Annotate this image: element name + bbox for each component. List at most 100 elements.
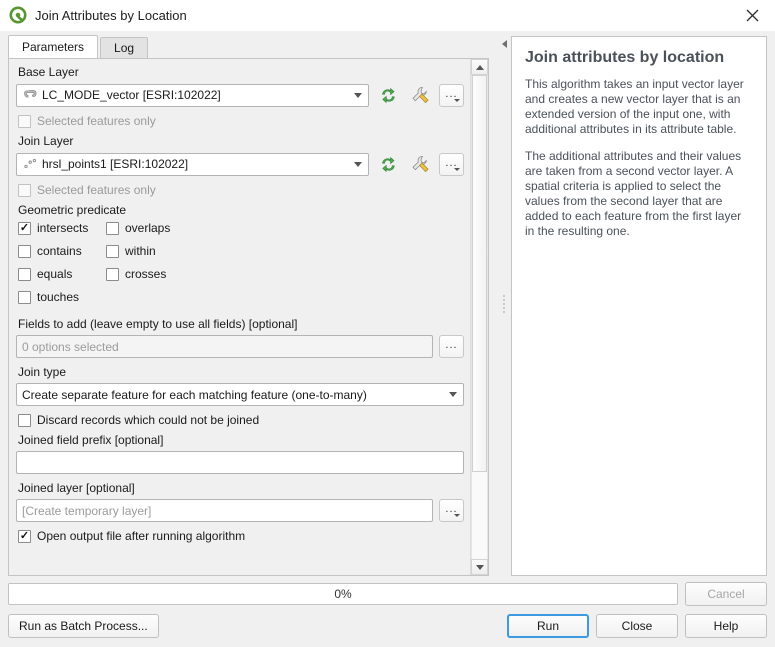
join-layer-selected-only-checkbox[interactable]	[18, 183, 31, 197]
run-as-batch-button[interactable]: Run as Batch Process...	[8, 614, 159, 638]
join-type-row: Create separate feature for each matchin…	[16, 383, 464, 406]
parameters-scrollbar[interactable]	[470, 59, 488, 575]
base-layer-selected-only-row[interactable]: Selected features only	[18, 114, 464, 128]
join-attributes-dialog: Join Attributes by Location Parameters L…	[0, 0, 775, 647]
predicate-contains-checkbox[interactable]	[18, 244, 31, 258]
predicate-touches-checkbox[interactable]	[18, 290, 31, 304]
base-layer-iterate-icon[interactable]	[375, 83, 401, 107]
predicate-contains[interactable]: contains	[18, 244, 104, 258]
cancel-button-label: Cancel	[707, 587, 745, 601]
help-pane: Join attributes by location This algorit…	[511, 31, 775, 576]
run-button-label: Run	[536, 619, 559, 633]
predicate-equals[interactable]: equals	[18, 267, 104, 281]
joined-layer-browse-label: ...	[445, 503, 458, 515]
help-paragraph-1: This algorithm takes an input vector lay…	[525, 77, 744, 136]
joined-field-prefix-input[interactable]	[16, 451, 464, 474]
predicate-overlaps[interactable]: overlaps	[106, 221, 464, 235]
scrollbar-track[interactable]	[471, 75, 488, 559]
fields-to-add-label: Fields to add (leave empty to use all fi…	[18, 317, 298, 331]
joined-layer-row: [Create temporary layer] ...	[16, 499, 464, 522]
chevron-down-icon	[348, 92, 368, 98]
dialog-footer: 0% Cancel Run as Batch Process... Run Cl…	[0, 576, 775, 647]
predicate-intersects[interactable]: ✓ intersects	[18, 221, 104, 235]
join-layer-value: hrsl_points1 [ESRI:102022]	[42, 157, 189, 171]
triangle-up-icon	[475, 64, 484, 70]
join-type-value: Create separate feature for each matchin…	[22, 387, 367, 402]
chevron-down-icon	[443, 392, 463, 397]
parameters-form: Base Layer LC_MODE_vector [ESRI:102022]	[9, 59, 470, 575]
join-layer-selected-only-row[interactable]: Selected features only	[18, 183, 464, 197]
predicate-equals-label: equals	[37, 267, 73, 281]
tab-parameters[interactable]: Parameters	[8, 35, 99, 58]
scrollbar-thumb[interactable]	[472, 75, 487, 472]
base-layer-value: LC_MODE_vector [ESRI:102022]	[42, 88, 221, 102]
run-button[interactable]: Run	[507, 614, 589, 638]
scroll-up-button[interactable]	[471, 59, 488, 75]
join-layer-browse-button[interactable]: ...	[439, 152, 464, 176]
base-layer-wrench-icon[interactable]	[407, 83, 433, 107]
fields-to-add-browse-button[interactable]: ...	[439, 335, 464, 358]
open-output-row[interactable]: ✓ Open output file after running algorit…	[18, 529, 464, 543]
geometric-predicate-group: ✓ intersects overlaps contains within eq…	[16, 221, 464, 313]
splitter-grip[interactable]	[503, 294, 505, 313]
predicate-intersects-checkbox[interactable]: ✓	[18, 221, 31, 235]
tab-log[interactable]: Log	[100, 37, 149, 58]
progress-row: 0% Cancel	[8, 582, 767, 606]
discard-records-row[interactable]: Discard records which could not be joine…	[18, 413, 464, 427]
joined-layer-browse-button[interactable]: ...	[439, 499, 464, 522]
discard-records-checkbox[interactable]	[18, 413, 31, 427]
predicate-overlaps-label: overlaps	[125, 221, 171, 235]
help-button-label: Help	[713, 619, 739, 633]
base-layer-selected-only-label: Selected features only	[37, 114, 156, 128]
base-layer-selected-only-checkbox[interactable]	[18, 114, 31, 128]
progress-text: 0%	[334, 587, 352, 601]
help-title: Join attributes by location	[525, 49, 725, 66]
discard-records-label: Discard records which could not be joine…	[37, 413, 260, 427]
help-content: Join attributes by location This algorit…	[511, 36, 767, 576]
join-layer-wrench-icon[interactable]	[407, 152, 433, 176]
predicate-within[interactable]: within	[106, 244, 464, 258]
fields-to-add-input[interactable]: 0 options selected	[16, 335, 433, 358]
predicate-crosses-label: crosses	[125, 267, 167, 281]
close-icon[interactable]	[729, 0, 775, 30]
panel-splitter[interactable]	[497, 31, 511, 576]
predicate-grid-filler	[104, 290, 464, 313]
close-button[interactable]: Close	[596, 614, 678, 638]
predicate-crosses-checkbox[interactable]	[106, 267, 119, 281]
base-layer-combo[interactable]: LC_MODE_vector [ESRI:102022]	[16, 83, 369, 107]
join-layer-row: hrsl_points1 [ESRI:102022] ...	[16, 152, 464, 176]
join-layer-combo[interactable]: hrsl_points1 [ESRI:102022]	[16, 152, 369, 176]
window-title: Join Attributes by Location	[35, 7, 187, 23]
predicate-within-checkbox[interactable]	[106, 244, 119, 258]
dialog-body: Parameters Log Base Layer LC_MODE_vector…	[0, 31, 775, 576]
joined-layer-input[interactable]: [Create temporary layer]	[16, 499, 433, 522]
joined-field-prefix-label: Joined field prefix [optional]	[18, 433, 164, 447]
help-button[interactable]: Help	[685, 614, 767, 638]
join-layer-browse-label: ...	[445, 156, 458, 169]
join-layer-iterate-icon[interactable]	[375, 152, 401, 176]
progress-bar: 0%	[8, 583, 678, 605]
join-type-combo[interactable]: Create separate feature for each matchin…	[16, 383, 464, 406]
predicate-within-label: within	[125, 244, 156, 258]
parameters-scroll-area: Base Layer LC_MODE_vector [ESRI:102022]	[9, 59, 488, 575]
predicate-touches[interactable]: touches	[18, 290, 104, 304]
collapse-left-icon[interactable]	[501, 40, 507, 48]
chevron-down-icon	[348, 161, 368, 167]
predicate-crosses[interactable]: crosses	[106, 267, 464, 281]
polygon-layer-icon	[22, 89, 39, 101]
scroll-down-button[interactable]	[471, 559, 488, 575]
join-type-label: Join type	[18, 365, 67, 379]
join-layer-selected-only-label: Selected features only	[37, 183, 156, 197]
cancel-button[interactable]: Cancel	[685, 582, 767, 606]
tab-bar: Parameters Log	[8, 35, 497, 58]
open-output-label: Open output file after running algorithm	[37, 529, 246, 543]
open-output-checkbox[interactable]: ✓	[18, 529, 31, 543]
base-layer-browse-button[interactable]: ...	[439, 83, 464, 107]
point-layer-icon	[22, 158, 39, 170]
predicate-overlaps-checkbox[interactable]	[106, 221, 119, 235]
predicate-equals-checkbox[interactable]	[18, 267, 31, 281]
joined-field-prefix-row	[16, 451, 464, 474]
title-bar: Join Attributes by Location	[0, 0, 775, 31]
joined-layer-value: [Create temporary layer]	[22, 503, 152, 518]
run-as-batch-label: Run as Batch Process...	[19, 619, 148, 633]
